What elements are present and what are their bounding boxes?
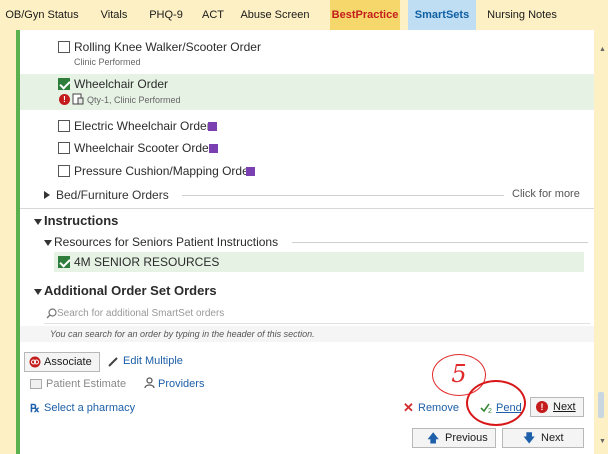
rx-icon: ℞: [30, 403, 40, 415]
order-row-wheelchair-scooter[interactable]: Wheelchair Scooter Order: [20, 140, 594, 158]
providers-icon: [144, 377, 155, 389]
associate-icon: [29, 356, 41, 368]
order-sub: Qty-1, Clinic Performed: [87, 95, 181, 105]
scroll-thumb[interactable]: [598, 392, 604, 418]
providers-link[interactable]: Providers: [158, 378, 204, 390]
section-instructions[interactable]: Instructions: [20, 212, 594, 230]
instruction-label: 4M SENIOR RESOURCES: [74, 255, 220, 269]
order-row-wheelchair[interactable]: Wheelchair Order ! Qty-1, Clinic Perform…: [20, 74, 594, 110]
tab-smartsets[interactable]: SmartSets: [408, 0, 476, 30]
section-additional-orders[interactable]: Additional Order Set Orders: [20, 282, 594, 300]
subsection-resources[interactable]: Resources for Seniors Patient Instructio…: [20, 234, 594, 250]
search-icon: [46, 308, 57, 319]
order-label: Wheelchair Scooter Order: [74, 141, 213, 155]
checkbox-4m-senior[interactable]: [58, 256, 70, 268]
checkbox-wheelchair-scooter[interactable]: [58, 142, 70, 154]
arrow-up-icon: 🡅: [427, 431, 440, 445]
purple-marker-icon: [208, 122, 217, 131]
subsection-title: Resources for Seniors Patient Instructio…: [54, 235, 279, 249]
arrow-down-icon: 🡇: [523, 431, 536, 445]
next-label: Next: [553, 401, 576, 413]
expand-right-icon[interactable]: [44, 191, 50, 199]
pencil-icon: [108, 357, 118, 367]
remove-x-icon: ✕: [403, 400, 414, 415]
remove-link[interactable]: Remove: [418, 402, 459, 414]
scroll-down-icon[interactable]: ▼: [599, 438, 606, 445]
tab-bestpractice[interactable]: BestPractice: [330, 0, 400, 30]
order-row-pressure-cushion[interactable]: Pressure Cushion/Mapping Order: [20, 163, 594, 181]
collapse-down-icon[interactable]: [34, 219, 42, 225]
order-sub: Clinic Performed: [74, 57, 141, 67]
section-title: Instructions: [44, 213, 119, 228]
scrollbar[interactable]: [596, 30, 608, 454]
collapse-down-icon[interactable]: [34, 289, 42, 295]
tab-bar: OB/Gyn Status Vitals PHQ-9 ACT Abuse Scr…: [0, 0, 608, 30]
divider: [292, 242, 588, 243]
associate-button[interactable]: Associate: [24, 352, 100, 372]
tab-vitals[interactable]: Vitals: [92, 0, 136, 30]
instruction-row-4m[interactable]: 4M SENIOR RESOURCES: [54, 252, 584, 272]
edit-multiple-link[interactable]: Edit Multiple: [123, 355, 183, 367]
checkbox-wheelchair[interactable]: [58, 78, 70, 90]
patient-estimate-link[interactable]: Patient Estimate: [46, 378, 126, 390]
next-btn-label: Next: [541, 432, 564, 444]
associate-label: Associate: [44, 356, 92, 368]
tab-act[interactable]: ACT: [198, 0, 228, 30]
tab-abuse-screen[interactable]: Abuse Screen: [240, 0, 310, 30]
alert-icon: !: [536, 401, 548, 413]
scroll-up-icon[interactable]: ▲: [599, 46, 606, 53]
search-hint: You can search for an order by typing in…: [50, 329, 315, 339]
divider: [44, 323, 590, 324]
purple-marker-icon: [209, 144, 218, 153]
order-row-rolling-knee[interactable]: Rolling Knee Walker/Scooter Order Clinic…: [20, 40, 594, 70]
tab-phq-9[interactable]: PHQ-9: [144, 0, 188, 30]
previous-button[interactable]: 🡅 Previous: [412, 428, 496, 448]
divider: [182, 195, 504, 196]
tab-ob-gyn-status[interactable]: OB/Gyn Status: [0, 0, 84, 30]
alert-icon[interactable]: !: [59, 94, 70, 105]
section-label[interactable]: Bed/Furniture Orders: [56, 188, 169, 202]
estimate-icon: [30, 379, 42, 389]
select-pharmacy-link[interactable]: Select a pharmacy: [44, 402, 135, 414]
section-title: Additional Order Set Orders: [44, 283, 217, 298]
checkbox-rolling-knee[interactable]: [58, 41, 70, 53]
previous-label: Previous: [445, 432, 488, 444]
order-label: Rolling Knee Walker/Scooter Order: [74, 40, 261, 54]
section-bed-furniture[interactable]: Bed/Furniture Orders Click for more: [20, 186, 594, 204]
additional-search[interactable]: Search for additional SmartSet orders: [20, 305, 594, 324]
order-details-icon: [72, 93, 84, 105]
next-alert-button[interactable]: ! Next: [530, 397, 584, 417]
tab-nursing-notes[interactable]: Nursing Notes: [484, 0, 560, 30]
annotation-circle: [466, 380, 526, 426]
divider: [20, 208, 594, 209]
checkbox-pressure-cushion[interactable]: [58, 165, 70, 177]
order-label: Wheelchair Order: [74, 77, 169, 91]
order-label: Pressure Cushion/Mapping Order: [74, 164, 253, 178]
search-input[interactable]: Search for additional SmartSet orders: [57, 308, 224, 319]
order-label: Electric Wheelchair Order: [74, 119, 211, 133]
order-row-electric-wheelchair[interactable]: Electric Wheelchair Order: [20, 118, 594, 136]
purple-marker-icon: [246, 167, 255, 176]
collapse-down-icon[interactable]: [44, 240, 52, 246]
search-hint-row: You can search for an order by typing in…: [20, 326, 594, 342]
click-for-more[interactable]: Click for more: [512, 188, 580, 200]
checkbox-electric-wheelchair[interactable]: [58, 120, 70, 132]
next-button[interactable]: 🡇 Next: [502, 428, 584, 448]
